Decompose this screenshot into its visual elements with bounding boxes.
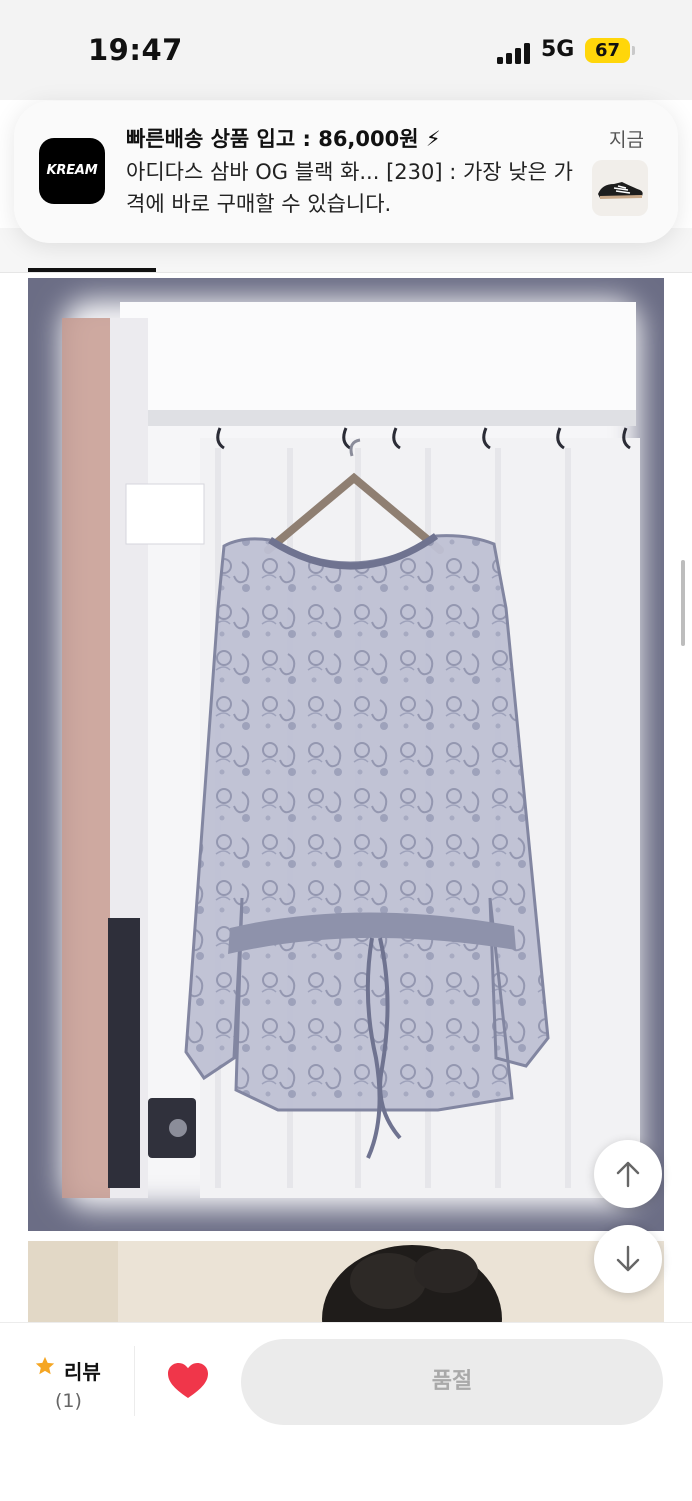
battery-tip bbox=[632, 46, 635, 55]
scroll-up-button[interactable] bbox=[594, 1140, 662, 1208]
status-time: 19:47 bbox=[88, 33, 183, 67]
notification-time: 지금 bbox=[609, 129, 644, 151]
product-photo-model[interactable] bbox=[28, 1241, 664, 1331]
scroll-down-button[interactable] bbox=[594, 1225, 662, 1293]
status-bar: 19:47 5G 67 bbox=[0, 0, 692, 100]
soldout-label: 품절 bbox=[431, 1369, 473, 1394]
sneaker-icon bbox=[598, 182, 643, 199]
notification-title: 빠른배송 상품 입고 : 86,000원 ⚡ bbox=[126, 127, 441, 151]
battery-level: 67 bbox=[594, 40, 621, 61]
bottom-bar-divider bbox=[134, 1346, 135, 1416]
push-notification[interactable]: KREAM 빠른배송 상품 입고 : 86,000원 ⚡ 아디다스 삼바 OG … bbox=[14, 101, 678, 243]
arrow-up-icon bbox=[616, 1161, 640, 1188]
soldout-button[interactable]: 품절 bbox=[241, 1339, 663, 1425]
app-icon-text: KREAM bbox=[46, 163, 98, 178]
arrow-down-icon bbox=[616, 1245, 640, 1272]
review-count: (1) bbox=[55, 1390, 82, 1412]
blouse-photo-illustration bbox=[28, 278, 664, 1231]
battery-icon: 67 bbox=[585, 38, 630, 63]
cellular-signal-icon bbox=[497, 42, 533, 64]
model-photo-illustration bbox=[28, 1241, 664, 1331]
notification-body: 아디다스 삼바 OG 블랙 화... [230] : 가장 낮은 가격에 바로 … bbox=[126, 160, 573, 216]
network-type: 5G bbox=[541, 37, 575, 62]
product-photo-lace-blouse-on-hanger[interactable] bbox=[28, 278, 664, 1231]
tab-active-indicator bbox=[28, 268, 156, 272]
sneaker-thumbnail bbox=[592, 160, 648, 216]
heart-icon bbox=[168, 1363, 208, 1398]
kream-app-icon: KREAM bbox=[39, 138, 105, 204]
scrollbar-thumb[interactable] bbox=[681, 560, 685, 646]
like-button[interactable] bbox=[167, 1362, 209, 1404]
star-icon bbox=[35, 1356, 55, 1375]
review-label: 리뷰 bbox=[64, 1360, 101, 1384]
